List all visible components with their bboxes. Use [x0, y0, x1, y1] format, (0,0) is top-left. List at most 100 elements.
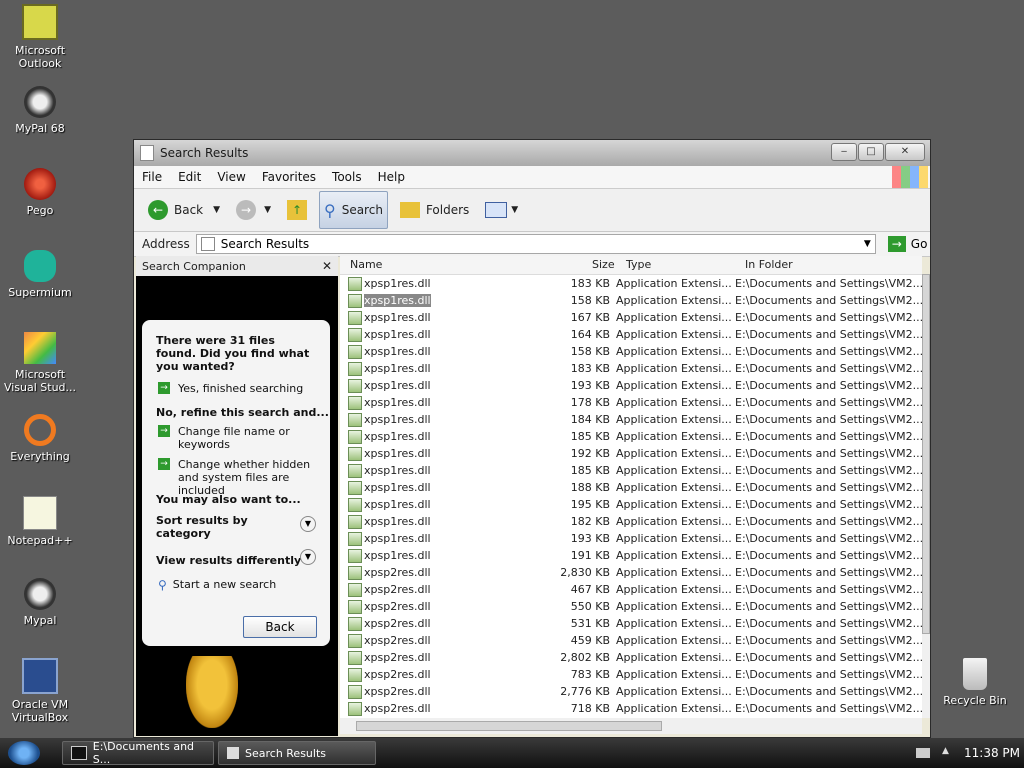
view-results-link[interactable]: View results differently ▼	[156, 549, 316, 568]
desktop-icon-label: MyPal 68	[15, 122, 65, 135]
magnifier-icon: ⚲	[323, 200, 336, 220]
menu-file[interactable]: File	[134, 170, 170, 184]
table-row[interactable]: xpsp1res.dll 183 KB Application Extensi...…	[340, 360, 922, 377]
desktop-icon-mypal[interactable]: Mypal	[1, 578, 79, 627]
dll-file-icon	[348, 277, 362, 291]
taskbar-item-search-results[interactable]: Search Results	[218, 741, 376, 765]
forward-button[interactable]: → ▼	[232, 192, 275, 228]
file-type: Application Extensi...	[616, 515, 732, 528]
search-results-icon	[200, 237, 215, 251]
column-name[interactable]: Name	[350, 258, 382, 271]
table-row[interactable]: xpsp1res.dll 193 KB Application Extensi...…	[340, 530, 922, 547]
menu-view[interactable]: View	[209, 170, 253, 184]
search-dog-icon[interactable]	[186, 656, 238, 728]
table-row[interactable]: xpsp1res.dll 192 KB Application Extensi...…	[340, 445, 922, 462]
scroll-thumb[interactable]	[356, 721, 662, 731]
yes-finished-link[interactable]: → Yes, finished searching	[158, 382, 303, 395]
desktop-icon-label: Everything	[10, 450, 70, 463]
keyboard-icon[interactable]	[916, 748, 930, 758]
file-name: xpsp1res.dll	[364, 481, 431, 494]
table-row[interactable]: xpsp1res.dll 185 KB Application Extensi...…	[340, 428, 922, 445]
table-row[interactable]: xpsp1res.dll 184 KB Application Extensi...…	[340, 411, 922, 428]
file-folder: E:\Documents and Settings\VM2...	[735, 311, 922, 324]
file-size: 2,776 KB	[560, 685, 610, 698]
table-row[interactable]: xpsp2res.dll 2,802 KB Application Extensi.…	[340, 649, 922, 666]
desktop-icon-mypal68[interactable]: MyPal 68	[1, 86, 79, 135]
table-row[interactable]: xpsp1res.dll 191 KB Application Extensi...…	[340, 547, 922, 564]
close-button[interactable]: ✕	[885, 143, 925, 161]
back-button[interactable]: ← Back ▼	[144, 192, 224, 228]
file-size: 2,830 KB	[560, 566, 610, 579]
desktop-icon-visual-studio[interactable]: Microsoft Visual Stud...	[1, 332, 79, 394]
menu-edit[interactable]: Edit	[170, 170, 209, 184]
change-name-link[interactable]: → Change file name or keywords	[158, 425, 318, 451]
table-row[interactable]: xpsp1res.dll 195 KB Application Extensi...…	[340, 496, 922, 513]
horizontal-scrollbar[interactable]	[340, 718, 922, 734]
table-row[interactable]: xpsp1res.dll 183 KB Application Extensi...…	[340, 275, 922, 292]
desktop-icon-everything[interactable]: Everything	[1, 414, 79, 463]
table-row[interactable]: xpsp2res.dll 783 KB Application Extensi...…	[340, 666, 922, 683]
table-row[interactable]: xpsp2res.dll 531 KB Application Extensi...…	[340, 615, 922, 632]
file-folder: E:\Documents and Settings\VM2...	[735, 549, 922, 562]
go-button[interactable]: → Go	[887, 236, 927, 252]
desktop-icon-supermium[interactable]: Supermium	[1, 250, 79, 299]
desktop-icon-outlook[interactable]: Microsoft Outlook	[1, 4, 79, 70]
file-type: Application Extensi...	[616, 328, 732, 341]
file-folder: E:\Documents and Settings\VM2...	[735, 634, 922, 647]
file-name: xpsp2res.dll	[364, 685, 431, 698]
file-folder: E:\Documents and Settings\VM2...	[735, 498, 922, 511]
table-row[interactable]: xpsp2res.dll 2,776 KB Application Extensi.…	[340, 683, 922, 700]
table-row[interactable]: xpsp1res.dll 158 KB Application Extensi...…	[340, 292, 922, 309]
table-row[interactable]: xpsp1res.dll 193 KB Application Extensi...…	[340, 377, 922, 394]
chevron-down-icon[interactable]: ▼	[864, 239, 871, 249]
table-row[interactable]: xpsp2res.dll 2,830 KB Application Extensi.…	[340, 564, 922, 581]
change-hidden-link[interactable]: → Change whether hidden and system files…	[158, 458, 323, 497]
vertical-scrollbar[interactable]	[922, 274, 930, 718]
desktop-icon-label: Microsoft Outlook	[14, 44, 66, 70]
desktop-icon-recycle-bin[interactable]: Recycle Bin	[936, 658, 1014, 707]
file-name: xpsp1res.dll	[364, 311, 431, 324]
chevron-up-icon[interactable]: ▲	[942, 746, 949, 756]
taskbar-item-explorer[interactable]: E:\Documents and S...	[62, 740, 214, 766]
table-row[interactable]: xpsp2res.dll 459 KB Application Extensi...…	[340, 632, 922, 649]
column-size[interactable]: Size	[592, 258, 615, 271]
table-row[interactable]: xpsp1res.dll 167 KB Application Extensi...…	[340, 309, 922, 326]
file-type: Application Extensi...	[616, 277, 732, 290]
desktop-icon-virtualbox[interactable]: Oracle VM VirtualBox	[1, 658, 79, 724]
table-row[interactable]: xpsp2res.dll 467 KB Application Extensi...…	[340, 581, 922, 598]
title-bar[interactable]: Search Results ‒ □ ✕	[134, 140, 930, 166]
new-search-link[interactable]: ⚲ Start a new search	[158, 578, 276, 592]
table-row[interactable]: xpsp2res.dll 550 KB Application Extensi...…	[340, 598, 922, 615]
table-row[interactable]: xpsp1res.dll 185 KB Application Extensi...…	[340, 462, 922, 479]
menu-favorites[interactable]: Favorites	[254, 170, 324, 184]
green-arrow-icon: →	[158, 382, 170, 394]
start-button[interactable]	[8, 741, 40, 765]
companion-back-button[interactable]: Back	[243, 616, 317, 638]
close-icon[interactable]: ✕	[322, 259, 332, 273]
menu-help[interactable]: Help	[370, 170, 413, 184]
search-button[interactable]: ⚲ Search	[318, 191, 388, 229]
desktop-icon-pego[interactable]: Pego	[1, 168, 79, 217]
sort-results-link[interactable]: Sort results by category ▼	[156, 514, 316, 541]
table-row[interactable]: xpsp2res.dll 718 KB Application Extensi...…	[340, 700, 922, 717]
minimize-button[interactable]: ‒	[831, 143, 857, 161]
address-input[interactable]: Search Results ▼	[195, 234, 876, 254]
menu-tools[interactable]: Tools	[324, 170, 370, 184]
scroll-thumb[interactable]	[922, 274, 930, 634]
table-row[interactable]: xpsp1res.dll 182 KB Application Extensi...…	[340, 513, 922, 530]
column-type[interactable]: Type	[626, 258, 651, 271]
up-folder-button[interactable]: ↑	[283, 192, 311, 228]
file-type: Application Extensi...	[616, 345, 732, 358]
table-row[interactable]: xpsp1res.dll 188 KB Application Extensi...…	[340, 479, 922, 496]
dll-file-icon	[348, 651, 362, 665]
views-button[interactable]: ▼	[481, 192, 522, 228]
maximize-button[interactable]: □	[858, 143, 884, 161]
folders-button[interactable]: Folders	[396, 192, 473, 228]
table-row[interactable]: xpsp1res.dll 164 KB Application Extensi...…	[340, 326, 922, 343]
desktop-icon-notepadpp[interactable]: Notepad++	[1, 496, 79, 547]
dll-file-icon	[348, 634, 362, 648]
column-in-folder[interactable]: In Folder	[745, 258, 793, 271]
table-row[interactable]: xpsp1res.dll 178 KB Application Extensi...…	[340, 394, 922, 411]
table-row[interactable]: xpsp1res.dll 158 KB Application Extensi...…	[340, 343, 922, 360]
clock[interactable]: 11:38 PM	[964, 746, 1020, 760]
